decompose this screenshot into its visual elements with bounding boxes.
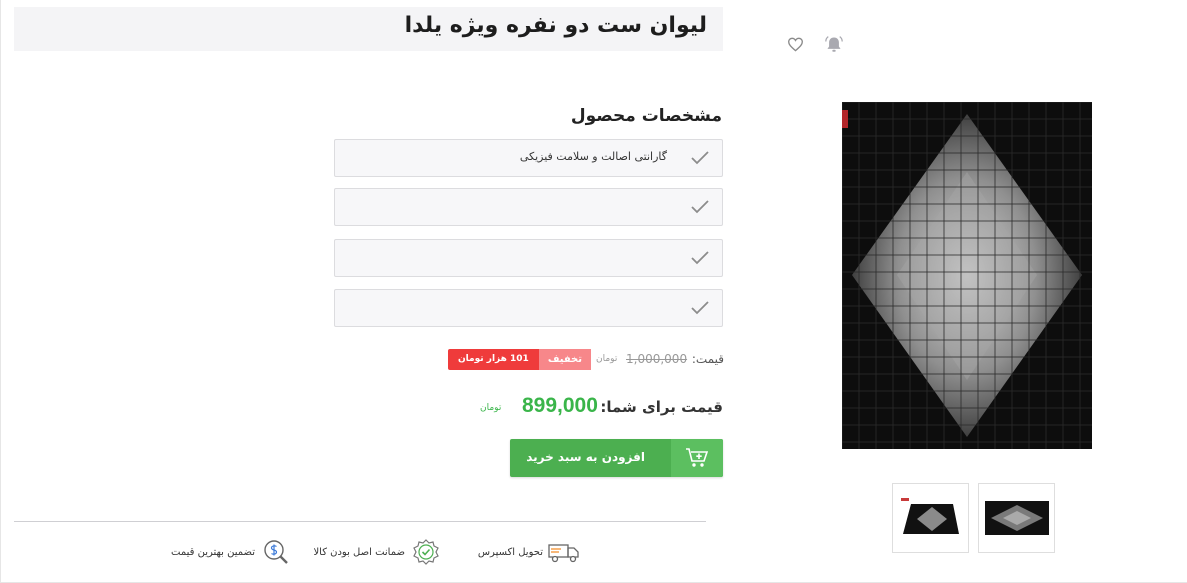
old-price-currency: تومان xyxy=(596,354,618,364)
check-icon xyxy=(691,301,709,315)
badge-check-icon xyxy=(409,538,443,566)
check-icon xyxy=(691,251,709,265)
feature-label: ضمانت اصل بودن کالا xyxy=(313,546,405,558)
feature-label: تضمین بهترین قیمت xyxy=(171,546,255,558)
cart-add-icon xyxy=(671,439,723,477)
title-bar: لیوان ست دو نفره ویژه یلدا xyxy=(14,7,723,51)
rug-image xyxy=(842,102,1092,449)
thumbnail-image xyxy=(984,501,1049,535)
feature-express-delivery: تحویل اکسپرس xyxy=(478,538,581,566)
check-icon xyxy=(691,200,709,214)
feature-authenticity: ضمانت اصل بودن کالا xyxy=(313,538,443,566)
spec-item xyxy=(334,239,723,277)
product-title: لیوان ست دو نفره ویژه یلدا xyxy=(404,13,707,38)
product-main-image[interactable] xyxy=(842,102,1092,449)
check-icon xyxy=(691,151,709,165)
final-price-currency: تومان xyxy=(480,403,502,413)
discount-label: تخفیف xyxy=(538,349,591,370)
heart-icon[interactable] xyxy=(784,33,806,55)
spec-item xyxy=(334,188,723,226)
price-search-icon xyxy=(259,538,293,566)
feature-best-price: تضمین بهترین قیمت xyxy=(171,538,293,566)
discount-amount: 101 هزار تومان xyxy=(448,349,539,370)
feature-label: تحویل اکسپرس xyxy=(477,546,543,558)
truck-icon xyxy=(547,538,581,566)
bell-icon[interactable] xyxy=(823,33,845,55)
specs-heading: مشخصات محصول xyxy=(570,106,722,126)
spec-item: گارانتی اصالت و سلامت فیزیکی xyxy=(334,139,723,177)
final-price: 899,000 xyxy=(522,394,598,417)
thumbnail-image xyxy=(900,498,959,534)
add-to-cart-button[interactable]: افزودن به سبد خرید xyxy=(510,439,723,477)
price-label: قیمت: xyxy=(691,352,724,366)
divider xyxy=(14,521,706,522)
add-to-cart-label: افزودن به سبد خرید xyxy=(526,450,645,464)
spec-item-text: گارانتی اصالت و سلامت فیزیکی xyxy=(519,150,667,163)
final-price-label: قیمت برای شما: xyxy=(600,398,723,416)
discount-badge: 101 هزار تومان تخفیف xyxy=(448,349,591,370)
spec-item xyxy=(334,289,723,327)
old-price: 1,000,000 xyxy=(626,352,688,366)
gallery-thumbnail[interactable] xyxy=(978,483,1055,553)
gallery-thumbnail[interactable] xyxy=(892,483,969,553)
